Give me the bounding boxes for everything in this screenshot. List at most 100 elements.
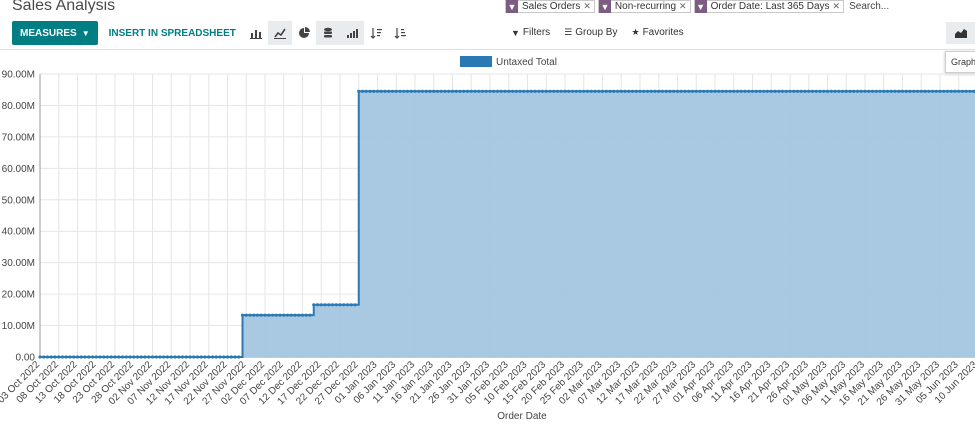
data-point bbox=[72, 355, 76, 359]
data-point bbox=[192, 355, 196, 359]
filter-icon: ▼ bbox=[694, 0, 707, 13]
data-point bbox=[818, 89, 822, 93]
data-point bbox=[218, 355, 222, 359]
data-point bbox=[600, 89, 605, 93]
data-point bbox=[345, 303, 350, 307]
data-point bbox=[383, 89, 387, 93]
data-point bbox=[120, 355, 125, 359]
data-point bbox=[822, 89, 826, 93]
data-point bbox=[548, 89, 552, 93]
data-point bbox=[353, 303, 357, 307]
data-point bbox=[327, 303, 331, 307]
data-point bbox=[904, 89, 908, 93]
data-point bbox=[960, 89, 965, 93]
data-point bbox=[777, 89, 781, 93]
data-point bbox=[578, 89, 582, 93]
remove-facet-icon[interactable]: ✕ bbox=[679, 1, 690, 12]
sort-descending-icon[interactable] bbox=[364, 21, 388, 45]
data-point bbox=[683, 89, 687, 93]
data-point bbox=[522, 89, 526, 93]
data-point bbox=[765, 89, 770, 93]
data-point bbox=[105, 355, 110, 359]
data-point bbox=[964, 89, 968, 93]
data-point bbox=[267, 313, 271, 317]
data-point bbox=[38, 355, 42, 359]
data-point bbox=[833, 89, 837, 93]
data-point bbox=[660, 89, 665, 93]
bar-chart-icon[interactable] bbox=[244, 21, 268, 45]
data-point bbox=[882, 89, 886, 93]
y-tick-label: 90.00M bbox=[2, 70, 35, 81]
data-point bbox=[968, 89, 972, 93]
data-point bbox=[514, 89, 518, 93]
group-by-label: Group By bbox=[575, 27, 618, 38]
data-point bbox=[642, 89, 646, 93]
search-input[interactable] bbox=[847, 0, 975, 13]
data-point bbox=[450, 89, 455, 93]
data-point bbox=[499, 89, 503, 93]
stacked-icon[interactable] bbox=[315, 21, 340, 45]
facet-order-date[interactable]: ▼ Order Date: Last 365 Days ✕ bbox=[693, 0, 845, 13]
data-point bbox=[612, 89, 616, 93]
data-point bbox=[488, 89, 492, 93]
data-point bbox=[615, 89, 620, 93]
facet-sales-orders[interactable]: ▼ Sales Orders ✕ bbox=[505, 0, 595, 13]
data-point bbox=[908, 89, 912, 93]
y-tick-label: 40.00M bbox=[2, 227, 35, 238]
data-point bbox=[773, 89, 777, 93]
data-point bbox=[248, 313, 252, 317]
series-area bbox=[40, 91, 975, 358]
data-point bbox=[42, 355, 46, 359]
data-point bbox=[195, 355, 200, 359]
data-point bbox=[837, 89, 841, 93]
data-point bbox=[222, 355, 226, 359]
data-point bbox=[870, 89, 875, 93]
data-point bbox=[390, 89, 395, 93]
data-point bbox=[278, 313, 282, 317]
filters-dropdown[interactable]: ▼ Filters bbox=[511, 27, 550, 38]
data-point bbox=[672, 89, 676, 93]
layers-icon: ☰ bbox=[564, 27, 573, 37]
remove-facet-icon[interactable]: ✕ bbox=[833, 1, 844, 12]
facet-label: Sales Orders bbox=[522, 1, 581, 12]
favorites-label: Favorites bbox=[642, 27, 684, 38]
measures-button[interactable]: MEASURES ▼ bbox=[12, 21, 98, 45]
data-point bbox=[304, 313, 308, 317]
data-point bbox=[349, 303, 353, 307]
data-point bbox=[409, 89, 413, 93]
filter-icon: ▼ bbox=[511, 27, 520, 38]
line-chart-icon[interactable] bbox=[267, 21, 292, 45]
data-point bbox=[315, 303, 320, 307]
data-point bbox=[893, 89, 897, 93]
data-point bbox=[240, 313, 245, 317]
remove-facet-icon[interactable]: ✕ bbox=[583, 1, 594, 12]
data-point bbox=[540, 89, 545, 93]
cumulative-icon[interactable] bbox=[339, 21, 364, 45]
favorites-dropdown[interactable]: ★ Favorites bbox=[631, 27, 683, 38]
data-point bbox=[375, 89, 380, 93]
data-point bbox=[165, 355, 170, 359]
data-point bbox=[507, 89, 511, 93]
data-point bbox=[664, 89, 668, 93]
pie-chart-icon[interactable] bbox=[292, 21, 316, 45]
data-point bbox=[368, 89, 372, 93]
data-point bbox=[525, 89, 530, 93]
facet-non-recurring[interactable]: ▼ Non-recurring ✕ bbox=[597, 0, 691, 13]
data-point bbox=[405, 89, 410, 93]
insert-in-spreadsheet-button[interactable]: INSERT IN SPREADSHEET bbox=[109, 28, 236, 39]
data-point bbox=[533, 89, 537, 93]
data-point bbox=[60, 355, 65, 359]
data-point bbox=[803, 89, 807, 93]
data-point bbox=[424, 89, 428, 93]
data-point bbox=[492, 89, 496, 93]
data-point bbox=[45, 355, 50, 359]
data-point bbox=[312, 303, 316, 307]
data-point bbox=[477, 89, 481, 93]
data-point bbox=[702, 89, 706, 93]
graph-view-button[interactable] bbox=[946, 22, 975, 44]
data-point bbox=[795, 89, 800, 93]
group-by-dropdown[interactable]: ☰ Group By bbox=[564, 27, 617, 38]
data-point bbox=[109, 355, 113, 359]
sort-ascending-icon[interactable] bbox=[388, 21, 412, 45]
filters-label: Filters bbox=[522, 27, 551, 38]
